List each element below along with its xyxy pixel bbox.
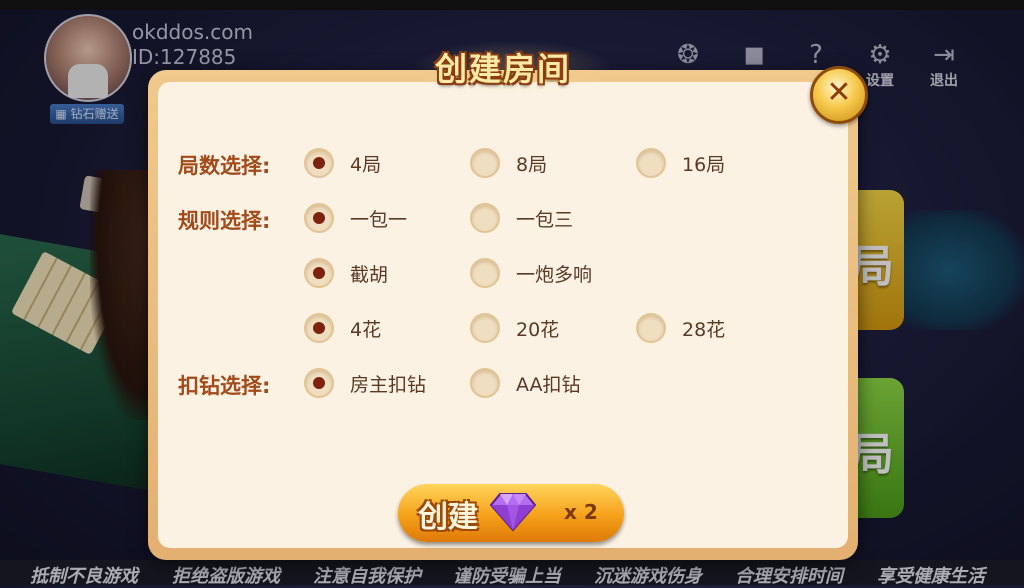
option-label: 28花 <box>682 318 726 341</box>
diamond-cost: x 2 <box>564 500 598 524</box>
option-label: 一包一 <box>350 208 408 231</box>
option-aa-pays[interactable]: AA扣钻 <box>470 366 581 400</box>
radio-unchecked[interactable] <box>470 368 500 398</box>
option-label: 一炮多响 <box>516 263 593 286</box>
radio-checked[interactable] <box>304 258 334 288</box>
rounds-label: 局数选择: <box>178 154 271 178</box>
radio-unchecked[interactable] <box>636 313 666 343</box>
radio-unchecked[interactable] <box>636 148 666 178</box>
radio-checked[interactable] <box>304 368 334 398</box>
radio-unchecked[interactable] <box>470 258 500 288</box>
option-label: 4局 <box>350 153 382 176</box>
radio-checked[interactable] <box>304 148 334 178</box>
create-room-button[interactable]: 创建 x 2 <box>398 484 624 542</box>
radio-checked[interactable] <box>304 313 334 343</box>
option-jie-hu[interactable]: 截胡 <box>304 256 388 290</box>
radio-unchecked[interactable] <box>470 313 500 343</box>
option-4-flowers[interactable]: 4花 <box>304 311 381 345</box>
option-label: 4花 <box>350 318 382 341</box>
option-label: 16局 <box>682 153 726 176</box>
option-host-pays[interactable]: 房主扣钻 <box>304 366 426 400</box>
radio-checked[interactable] <box>304 203 334 233</box>
option-yi-pao-duo-xiang[interactable]: 一炮多响 <box>470 256 592 290</box>
option-4-rounds[interactable]: 4局 <box>304 146 381 180</box>
option-label: 房主扣钻 <box>350 373 427 396</box>
diamond-deduct-label: 扣钻选择: <box>178 374 271 398</box>
close-icon: ✕ <box>826 75 852 110</box>
dialog-title: 创建房间 <box>434 50 571 88</box>
option-label: 8局 <box>516 153 548 176</box>
create-label: 创建 <box>418 500 478 535</box>
option-16-rounds[interactable]: 16局 <box>636 146 725 180</box>
diamond-icon <box>490 493 536 532</box>
close-button[interactable]: ✕ <box>810 66 868 124</box>
option-yi-bao-yi[interactable]: 一包一 <box>304 201 407 235</box>
option-yi-bao-san[interactable]: 一包三 <box>470 201 573 235</box>
option-label: AA扣钻 <box>516 373 581 396</box>
option-28-flowers[interactable]: 28花 <box>636 311 725 345</box>
option-label: 20花 <box>516 318 560 341</box>
radio-unchecked[interactable] <box>470 203 500 233</box>
option-20-flowers[interactable]: 20花 <box>470 311 559 345</box>
option-label: 截胡 <box>350 263 389 286</box>
option-label: 一包三 <box>516 208 574 231</box>
rules-label: 规则选择: <box>178 209 271 233</box>
option-8-rounds[interactable]: 8局 <box>470 146 547 180</box>
radio-unchecked[interactable] <box>470 148 500 178</box>
